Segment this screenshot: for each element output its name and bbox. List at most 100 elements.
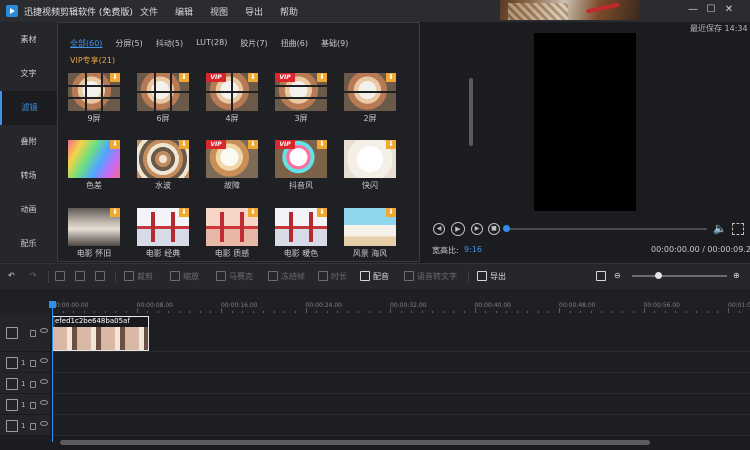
fullscreen-icon[interactable] <box>732 223 744 235</box>
tab-split-screen[interactable]: 分屏(5) <box>115 38 142 49</box>
download-icon[interactable]: ⬇ <box>110 208 120 217</box>
minimize-icon[interactable]: — <box>686 3 700 17</box>
download-icon[interactable]: ⬇ <box>317 140 327 149</box>
zoom-button[interactable]: 缩放 <box>170 271 199 282</box>
export-button[interactable]: 导出 <box>477 271 506 282</box>
freeze-frame-button[interactable]: 冻结帧 <box>268 271 305 282</box>
tab-basic[interactable]: 基础(9) <box>321 38 348 49</box>
sidebar-item-filters[interactable]: 滤镜 <box>0 91 57 125</box>
filter-item[interactable]: ⬇ 快闪 <box>344 140 396 192</box>
download-icon[interactable]: ⬇ <box>248 140 258 149</box>
undo-icon[interactable]: ↶ <box>8 271 15 280</box>
aspect-ratio-value[interactable]: 9:16 <box>464 245 482 254</box>
mosaic-button[interactable]: 马赛克 <box>216 271 253 282</box>
prev-frame-icon[interactable]: ◀ <box>433 223 445 235</box>
timeline-zoom-knob[interactable] <box>654 272 662 279</box>
tab-film[interactable]: 胶片(7) <box>240 38 267 49</box>
track-lane[interactable] <box>51 415 750 436</box>
filter-item[interactable]: VIP ⬇ 抖音风 <box>275 140 327 192</box>
track-lane[interactable] <box>51 313 750 352</box>
dub-button[interactable]: 配音 <box>360 271 389 282</box>
menu-edit[interactable]: 编辑 <box>175 5 210 18</box>
film-track-icon[interactable] <box>6 357 18 369</box>
next-frame-icon[interactable]: ▶ <box>471 223 483 235</box>
promo-banner[interactable] <box>500 0 640 20</box>
sidebar-item-overlay[interactable]: 叠附 <box>0 125 57 159</box>
filter-item[interactable]: ⬇ 水波 <box>137 140 189 192</box>
eye-icon[interactable] <box>40 421 48 426</box>
eye-icon[interactable] <box>40 379 48 384</box>
download-icon[interactable]: ⬇ <box>386 208 396 217</box>
filter-item[interactable]: ⬇ 2屏 <box>344 73 396 125</box>
menu-export[interactable]: 导出 <box>245 5 280 18</box>
filter-item[interactable]: ⬇ 色差 <box>68 140 120 192</box>
eye-icon[interactable] <box>40 400 48 405</box>
filter-item[interactable]: VIP ⬇ 4屏 <box>206 73 258 125</box>
filter-item[interactable]: ⬇ 6屏 <box>137 73 189 125</box>
redo-icon[interactable]: ↷ <box>30 271 37 280</box>
sidebar-item-animation[interactable]: 动画 <box>0 193 57 227</box>
menu-help[interactable]: 帮助 <box>280 5 315 18</box>
download-icon[interactable]: ⬇ <box>317 208 327 217</box>
download-icon[interactable]: ⬇ <box>179 208 189 217</box>
eye-icon[interactable] <box>40 328 48 333</box>
video-clip[interactable]: efed1c2be648ba05af <box>52 316 149 351</box>
crop-button[interactable]: 裁剪 <box>124 271 153 282</box>
filter-item[interactable]: VIP ⬇ 3屏 <box>275 73 327 125</box>
video-track-icon[interactable] <box>6 327 18 339</box>
download-icon[interactable]: ⬇ <box>386 73 396 82</box>
zoom-in-icon[interactable]: ⊕ <box>733 271 740 280</box>
menu-file[interactable]: 文件 <box>140 5 175 18</box>
timeline-ruler[interactable]: 00:00:00.00 00:00:08.00 00:00:16.00 00:00:2… <box>0 289 750 313</box>
text-track-icon[interactable] <box>6 378 18 390</box>
lock-icon[interactable] <box>30 360 36 367</box>
download-icon[interactable]: ⬇ <box>317 73 327 82</box>
lock-icon[interactable] <box>30 381 36 388</box>
filter-item[interactable]: ⬇ 电影 暖色 <box>275 208 327 260</box>
copy-icon[interactable] <box>75 271 88 281</box>
music-track-icon[interactable] <box>6 399 18 411</box>
playhead[interactable] <box>52 302 53 442</box>
volume-icon[interactable]: 🔈 <box>713 222 727 236</box>
download-icon[interactable]: ⬇ <box>179 140 189 149</box>
tab-shake[interactable]: 抖动(5) <box>156 38 183 49</box>
duration-button[interactable]: 时长 <box>318 271 347 282</box>
download-icon[interactable]: ⬇ <box>110 140 120 149</box>
track-lane[interactable] <box>51 352 750 373</box>
sidebar-item-transitions[interactable]: 转场 <box>0 159 57 193</box>
filter-item[interactable]: ⬇ 电影 经典 <box>137 208 189 260</box>
track-lane[interactable] <box>51 394 750 415</box>
filter-item[interactable]: ⬇ 电影 质感 <box>206 208 258 260</box>
tab-all[interactable]: 全部(60) <box>70 38 102 49</box>
download-icon[interactable]: ⬇ <box>179 73 189 82</box>
download-icon[interactable]: ⬇ <box>248 73 258 82</box>
play-icon[interactable]: ▶ <box>451 222 465 236</box>
zoom-out-icon[interactable]: ⊖ <box>614 271 621 280</box>
download-icon[interactable]: ⬇ <box>386 140 396 149</box>
lock-icon[interactable] <box>30 330 36 337</box>
filter-item[interactable]: ⬇ 风景 海风 <box>344 208 396 260</box>
lock-icon[interactable] <box>30 423 36 430</box>
download-icon[interactable]: ⬇ <box>248 208 258 217</box>
lock-icon[interactable] <box>30 402 36 409</box>
filter-item[interactable]: VIP ⬇ 故障 <box>206 140 258 192</box>
sidebar-item-text[interactable]: 文字 <box>0 57 57 91</box>
menu-view[interactable]: 视图 <box>210 5 245 18</box>
tab-distort[interactable]: 扭曲(6) <box>281 38 308 49</box>
delete-icon[interactable] <box>95 271 108 281</box>
close-icon[interactable]: ✕ <box>722 3 736 17</box>
eye-icon[interactable] <box>40 358 48 363</box>
playhead-handle[interactable] <box>49 301 56 308</box>
mic-track-icon[interactable] <box>6 420 18 432</box>
filter-item[interactable]: ⬇ 电影 怀旧 <box>68 208 120 260</box>
tab-vip[interactable]: VIP专享(21) <box>70 55 115 66</box>
maximize-icon[interactable]: ☐ <box>704 3 718 17</box>
playback-progress-knob[interactable] <box>503 225 510 232</box>
tab-lut[interactable]: LUT(28) <box>196 38 227 49</box>
sidebar-item-media[interactable]: 素材 <box>0 23 57 57</box>
filter-item[interactable]: ⬇ 9屏 <box>68 73 120 125</box>
timeline-horizontal-scrollbar[interactable] <box>60 440 650 445</box>
split-icon[interactable] <box>55 271 68 281</box>
timeline-zoom-slider[interactable] <box>632 275 727 277</box>
speech-to-text-button[interactable]: 语音转文字 <box>404 271 457 282</box>
